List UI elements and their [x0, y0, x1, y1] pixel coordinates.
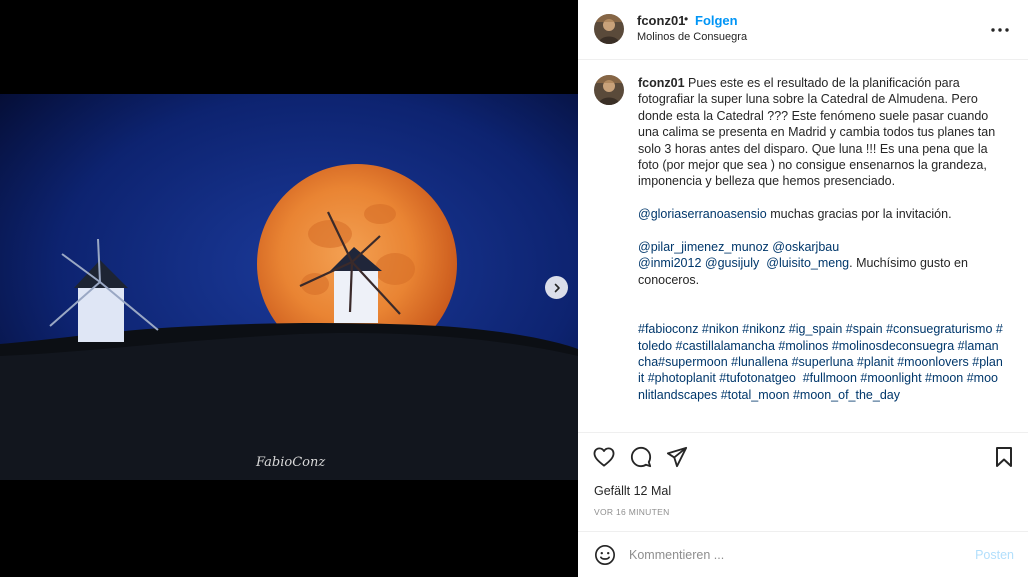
hashtags[interactable]: #fabioconz #nikon #nikonz #ig_spain #spa…	[638, 322, 1003, 402]
emoji-button[interactable]	[594, 544, 616, 566]
comment-icon	[630, 446, 652, 468]
post-photo[interactable]: FabioConz	[0, 94, 578, 480]
more-options-button[interactable]	[988, 18, 1012, 42]
post-timestamp[interactable]: VOR 16 MINUTEN	[594, 507, 670, 517]
follow-button[interactable]: Folgen	[695, 13, 738, 28]
share-button[interactable]	[665, 445, 689, 469]
mention-link[interactable]: @gloriaserranoasensio	[638, 207, 767, 221]
like-button[interactable]	[592, 445, 616, 469]
likes-count[interactable]: Gefällt 12 Mal	[594, 484, 671, 498]
comment-input[interactable]	[629, 545, 959, 565]
mention-link[interactable]: @gusijuly	[705, 256, 759, 270]
caption-text: Pues este es el resultado de la planific…	[638, 76, 996, 189]
save-button[interactable]	[992, 445, 1016, 469]
post-header: fconz01 • Folgen Molinos de Consuegra	[578, 0, 1028, 60]
location-link[interactable]: Molinos de Consuegra	[637, 31, 747, 43]
avatar[interactable]	[594, 14, 624, 44]
mention-link[interactable]: @inmi2012	[638, 256, 701, 270]
comment-button[interactable]	[629, 445, 653, 469]
chevron-right-icon	[554, 283, 560, 292]
caption-text: muchas gracias por la invitación.	[770, 207, 952, 222]
post-caption: fconz01 Pues este es el resultado de la …	[638, 75, 1004, 403]
emoji-icon	[595, 545, 615, 565]
heart-icon	[593, 447, 615, 467]
separator-dot: •	[684, 12, 689, 26]
more-options-icon	[991, 28, 1009, 32]
post-media: FabioConz	[0, 0, 578, 577]
comment-form: Posten	[578, 531, 1028, 577]
mention-link[interactable]: @pilar_jimenez_munoz	[638, 240, 769, 254]
comments-section[interactable]: fconz01 Pues este es el resultado de la …	[578, 61, 1028, 433]
next-photo-button[interactable]	[545, 276, 568, 299]
paper-plane-icon	[666, 446, 688, 468]
mention-link[interactable]: @luisito_meng	[766, 256, 849, 270]
caption-avatar[interactable]	[594, 75, 624, 105]
post-details-panel: fconz01 • Folgen Molinos de Consuegra fc…	[578, 0, 1028, 577]
caption-username[interactable]: fconz01	[638, 76, 685, 90]
mention-link[interactable]: @oskarjbau	[772, 240, 839, 254]
username-link[interactable]: fconz01	[637, 13, 685, 28]
action-bar	[578, 434, 1028, 480]
post-comment-button[interactable]: Posten	[975, 548, 1014, 562]
bookmark-icon	[996, 447, 1012, 467]
photo-watermark: FabioConz	[255, 455, 325, 470]
